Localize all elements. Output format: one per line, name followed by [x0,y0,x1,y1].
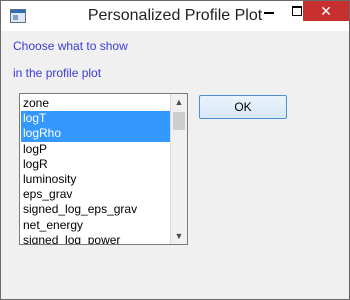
maximize-icon [292,6,302,16]
prompt-line-1: Choose what to show [13,39,128,53]
list-item[interactable]: net_energy [21,218,171,233]
ok-button[interactable]: OK [199,95,287,119]
list-item[interactable]: zone [21,96,171,111]
minimize-button[interactable] [255,1,283,21]
scroll-down-arrow-icon[interactable]: ▼ [171,228,187,244]
scroll-up-arrow-icon[interactable]: ▲ [171,94,187,110]
list-item[interactable]: signed_log_eps_grav [21,202,171,217]
list-item[interactable]: logRho [21,126,171,142]
minimize-icon [264,12,274,14]
close-icon: ✕ [320,3,332,19]
profile-variable-list[interactable]: zone logT logRho logP logR luminosity eps_grav… [19,93,188,245]
dialog-window: Personalized Profile Plot ✕ Choose what … [0,0,350,300]
list-item[interactable]: eps_grav [21,187,171,202]
scroll-thumb[interactable] [173,112,185,130]
list-item[interactable]: luminosity [21,172,171,187]
close-button[interactable]: ✕ [303,1,349,21]
list-item[interactable]: logT [21,111,171,127]
title-bar[interactable]: Personalized Profile Plot ✕ [1,1,349,31]
list-item[interactable]: logP [21,142,171,157]
list-scrollbar[interactable]: ▲ ▼ [170,94,187,244]
list-item[interactable]: signed_log_power [21,233,171,244]
prompt-line-2: in the profile plot [13,66,102,80]
list-item[interactable]: logR [21,157,171,172]
